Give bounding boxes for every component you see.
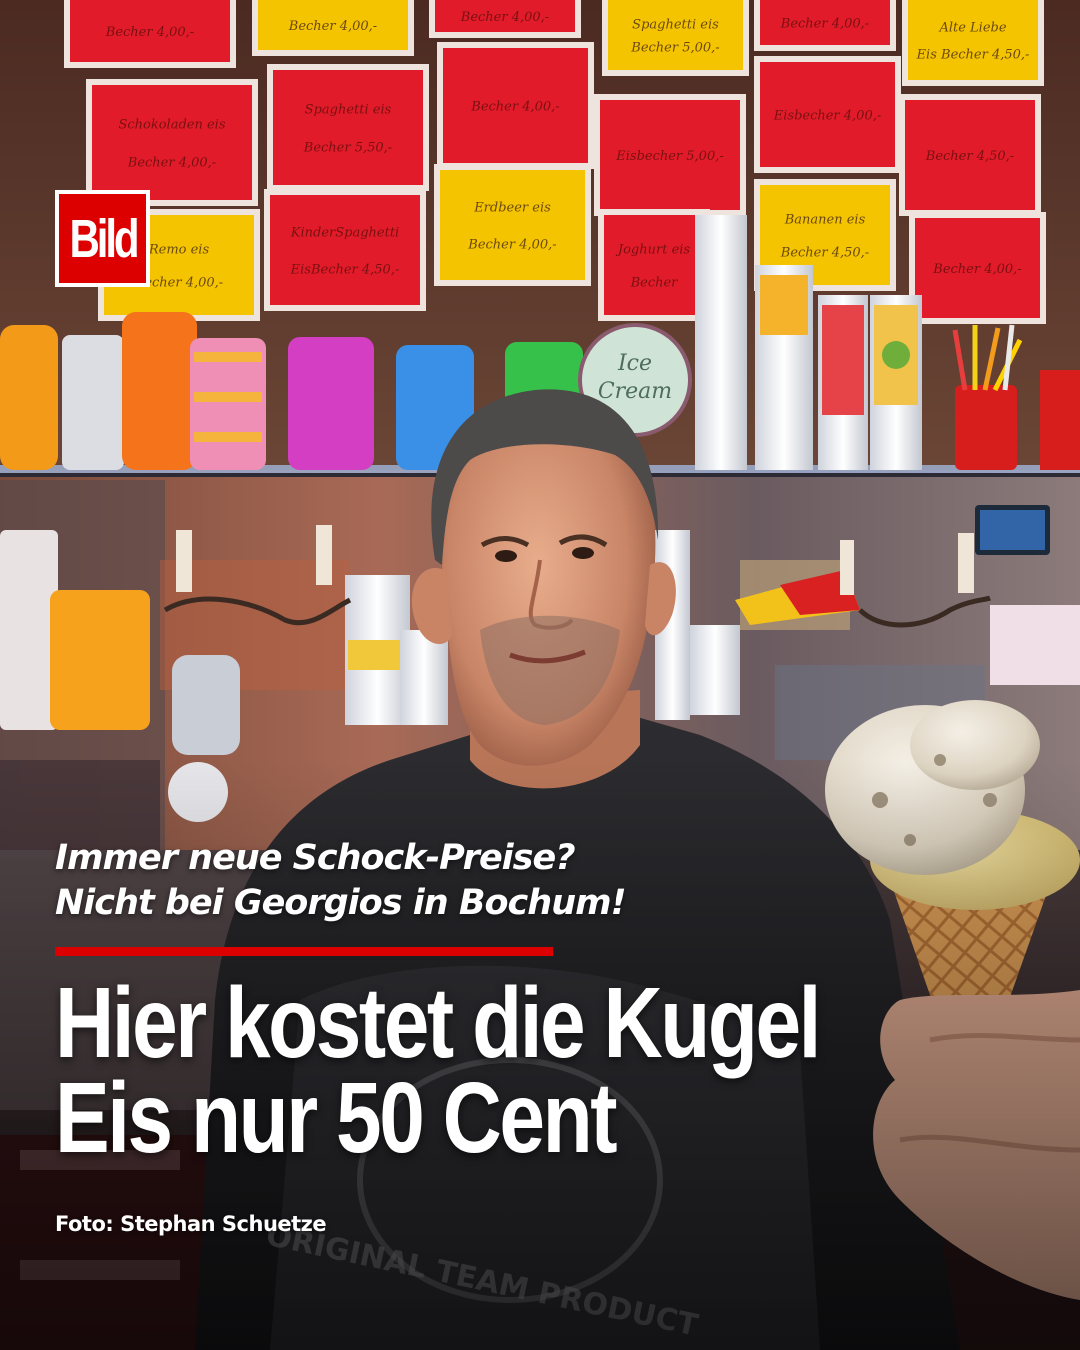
price-sign-text: Bananen eis xyxy=(784,212,866,227)
headline-line-1: Hier kostet die Kugel xyxy=(55,967,821,1079)
price-sign-text: Becher 4,00,- xyxy=(105,25,194,40)
bild-logo-red: Bild xyxy=(59,194,146,283)
price-sign-text: Becher 4,00,- xyxy=(470,100,559,115)
price-sign-text: Becher 4,00,- xyxy=(460,10,549,25)
price-sign: Becher 4,50,- xyxy=(899,94,1041,216)
headline-line-2: Eis nur 50 Cent xyxy=(55,1062,618,1174)
price-sign: Becher 4,00,- xyxy=(909,212,1046,324)
price-sign-text: Becher 4,00,- xyxy=(780,17,869,32)
price-sign-text: Joghurt eis xyxy=(615,242,691,257)
kicker-line-1: Immer neue Schock-Preise? xyxy=(55,838,576,878)
photo-credit: Foto: Stephan Schuetze xyxy=(55,1212,327,1236)
price-sign-text: Erdbeer eis xyxy=(473,201,551,216)
price-sign: KinderSpaghetti EisBecher 4,50,- xyxy=(264,189,426,311)
price-sign-text: Eis Becher 4,50,- xyxy=(916,47,1030,62)
price-sign-text: Schokoladen eis xyxy=(118,117,225,132)
price-sign: Eisbecher 4,00,- xyxy=(754,56,901,173)
price-sign: Becher 4,00,- xyxy=(64,0,236,68)
price-sign-text: Becher xyxy=(630,276,679,291)
price-sign-text: KinderSpaghetti xyxy=(290,226,399,241)
price-sign-text: Alte Liebe xyxy=(938,21,1006,36)
price-sign-text: Becher 4,00,- xyxy=(288,19,377,34)
price-sign-text: Spaghetti eis xyxy=(632,17,719,32)
headline-divider xyxy=(55,947,553,956)
price-sign-text: Spaghetti eis xyxy=(305,102,392,117)
price-sign: Alte Liebe Eis Becher 4,50,- xyxy=(902,0,1044,86)
price-sign: Erdbeer eis Becher 4,00,- xyxy=(434,164,591,286)
post-image: Becher 4,00,- Becher 4,00,- Becher 4,00,- S… xyxy=(0,0,1080,1350)
bild-logo-text: Bild xyxy=(68,208,139,269)
price-sign-text: Eisbecher 4,00,- xyxy=(773,109,882,124)
price-sign-text: Becher 4,00,- xyxy=(932,262,1021,277)
price-sign-text: Becher 4,00,- xyxy=(467,237,556,252)
kicker-line-2: Nicht bei Georgios in Bochum! xyxy=(55,883,627,923)
price-sign: Schokoladen eis Becher 4,00,- xyxy=(86,79,258,206)
price-sign: Spaghetti eis Becher 5,00,- xyxy=(602,0,749,76)
price-sign: Spaghetti eis Becher 5,50,- xyxy=(267,64,429,191)
price-sign-text: EisBecher 4,50,- xyxy=(290,262,400,277)
kicker: Immer neue Schock-Preise? Nicht bei Geor… xyxy=(55,836,815,926)
bild-logo: Bild xyxy=(55,190,150,287)
price-sign: Joghurt eis Becher xyxy=(598,209,710,321)
price-sign: Eisbecher 5,00,- xyxy=(594,94,746,216)
price-sign: Becher 4,00,- xyxy=(437,42,594,169)
price-sign-text: Becher 5,00,- xyxy=(630,41,719,56)
price-sign-text: Remo eis xyxy=(148,242,210,257)
price-sign-text: Becher 4,50,- xyxy=(780,246,869,261)
ice-cream-sign-line-2: Cream xyxy=(598,379,672,404)
price-sign: Becher 4,00,- xyxy=(429,0,581,38)
ice-cream-sign-line-1: Ice xyxy=(617,351,652,376)
price-sign-text: Becher 5,50,- xyxy=(303,141,392,156)
headline: Hier kostet die Kugel Eis nur 50 Cent xyxy=(55,967,1035,1174)
price-sign: Becher 4,00,- xyxy=(252,0,414,56)
price-sign-text: Becher 4,50,- xyxy=(925,149,1014,164)
price-sign: Becher 4,00,- xyxy=(754,0,896,51)
price-sign-text: Becher 4,00,- xyxy=(127,156,216,171)
price-sign-text: Eisbecher 5,00,- xyxy=(615,149,724,164)
